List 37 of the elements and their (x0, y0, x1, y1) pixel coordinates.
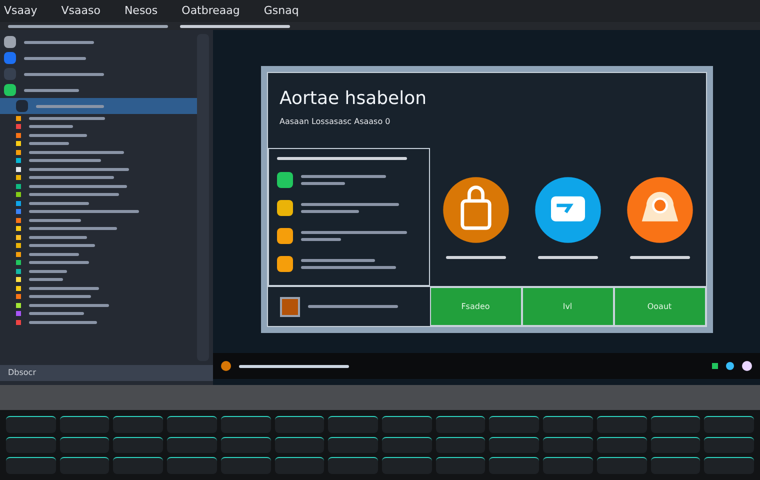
illegible-text-line (29, 295, 91, 298)
app-logo-icon[interactable] (221, 361, 231, 371)
illegible-text-line (300, 182, 344, 185)
picture-icon (280, 296, 300, 316)
menu-item[interactable]: Gsnaq (264, 2, 299, 20)
menu-item[interactable]: Vsaaso (61, 2, 100, 20)
menu-item[interactable]: Oatbreaag (182, 2, 240, 20)
illegible-text-line (24, 88, 79, 92)
illegible-text-line (29, 278, 63, 282)
illegible-app-label (630, 256, 690, 258)
illegible-text-line (300, 238, 340, 241)
illegible-app-label (446, 256, 506, 258)
sidebar-item[interactable] (0, 98, 197, 114)
illegible-text-line (29, 218, 81, 222)
illegible-text-line (29, 125, 73, 128)
menu-item[interactable]: Nesos (124, 2, 158, 20)
illegible-text-line (24, 56, 86, 60)
illegible-text-line (29, 236, 87, 239)
dialog-subtitle: Aasaan Lossasasc Asaaso 0 (280, 116, 392, 128)
illegible-text-line (29, 202, 89, 205)
illegible-text-line (29, 286, 99, 290)
illegible-text-line (29, 159, 101, 162)
illegible-text-line (29, 134, 87, 137)
illegible-text-line (29, 312, 84, 316)
illegible-text-line (29, 244, 95, 248)
illegible-text-line (29, 261, 89, 264)
illegible-text-line (36, 104, 104, 108)
illegible-text-line (300, 210, 358, 213)
illegible-app-label (538, 256, 598, 258)
illegible-text-line (29, 320, 97, 324)
dialog-title: Aortae hsabelon (280, 87, 428, 111)
illegible-text-line (24, 40, 94, 44)
menu-item[interactable]: Vsaay (4, 2, 38, 20)
status-text: Dbsocr (8, 367, 36, 379)
illegible-text-line (29, 270, 67, 273)
illegible-text-line (29, 252, 79, 256)
illegible-text-line (29, 142, 69, 146)
